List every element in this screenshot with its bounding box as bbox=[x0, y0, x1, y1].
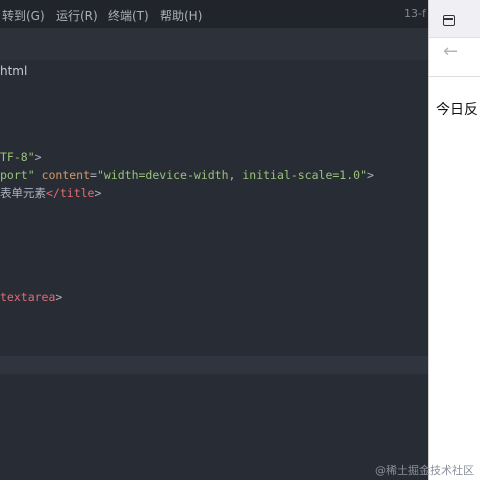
content-attr: content bbox=[41, 168, 91, 182]
code-line-meta-charset: TF-8"> bbox=[0, 148, 42, 166]
menu-terminal[interactable]: 终端(T) bbox=[108, 7, 149, 24]
content-value: "width=device-width, initial-scale=1.0" bbox=[96, 168, 367, 182]
page-heading: 今日反 bbox=[436, 102, 478, 118]
menu-bar: 转到(G) 运行(R) 终端(T) 帮助(H) 13-f bbox=[0, 0, 480, 28]
current-line-highlight bbox=[0, 356, 430, 374]
content-eq: = bbox=[90, 168, 97, 182]
title-close-tag: </title bbox=[46, 186, 95, 200]
watermark: @稀土掘金技术社区 bbox=[375, 464, 474, 477]
code-editor[interactable]: html TF-8"> port" content="width=device-… bbox=[0, 60, 430, 480]
code-line-meta-viewport: port" content="width=device-width, initi… bbox=[0, 166, 374, 184]
editor-tab-strip bbox=[0, 28, 480, 60]
menu-goto[interactable]: 转到(G) bbox=[2, 7, 45, 24]
charset-value: TF-8" bbox=[0, 150, 35, 164]
viewport-tag-end: > bbox=[367, 168, 374, 182]
browser-tab-bar bbox=[429, 0, 480, 38]
menu-run[interactable]: 运行(R) bbox=[56, 7, 98, 24]
code-line-textarea-close: textarea> bbox=[0, 288, 62, 306]
charset-tag-end: > bbox=[34, 150, 42, 164]
file-name: html bbox=[0, 64, 28, 78]
tab-overview-icon[interactable] bbox=[443, 15, 455, 26]
toolbar-divider bbox=[429, 76, 480, 77]
menu-help[interactable]: 帮助(H) bbox=[160, 7, 202, 24]
textarea-tag-end: > bbox=[55, 290, 63, 304]
viewport-name-value: port" bbox=[0, 168, 35, 182]
back-arrow-icon[interactable]: ← bbox=[443, 42, 458, 62]
browser-preview: ← 今日反 bbox=[428, 0, 480, 480]
title-tag-end: > bbox=[94, 186, 102, 200]
window-title: 13-f bbox=[404, 7, 426, 20]
code-line-title: 表单元素</title> bbox=[0, 184, 101, 202]
textarea-close-tag: textarea bbox=[0, 290, 56, 304]
title-text: 表单元素 bbox=[0, 186, 46, 200]
